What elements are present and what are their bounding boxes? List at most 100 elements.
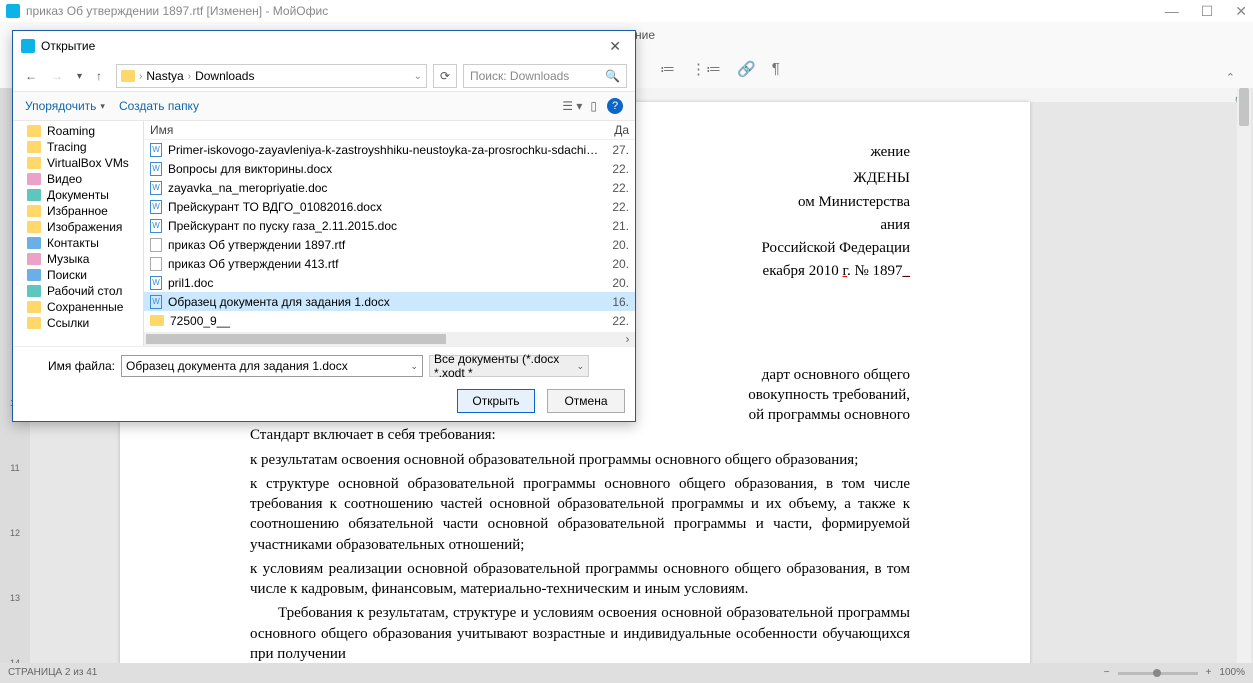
- window-close-button[interactable]: ✕: [1235, 0, 1247, 22]
- doc-paragraph: Стандарт включает в себя требования:: [250, 425, 910, 445]
- status-bar: СТРАНИЦА 2 из 41 − + 100%: [0, 663, 1253, 683]
- file-row[interactable]: приказ Об утверждении 413.rtf20.: [144, 254, 635, 273]
- bullet-list-icon[interactable]: ≔: [660, 60, 675, 78]
- vertical-scrollbar[interactable]: [1237, 88, 1251, 663]
- dialog-close-button[interactable]: ✕: [603, 36, 627, 57]
- file-date: 20.: [601, 238, 629, 252]
- cancel-button[interactable]: Отмена: [547, 389, 625, 413]
- breadcrumb-segment[interactable]: Downloads: [195, 69, 254, 83]
- file-name: приказ Об утверждении 413.rtf: [168, 257, 601, 271]
- folder-icon: [27, 253, 41, 265]
- file-row[interactable]: 72500_9__22.: [144, 311, 635, 330]
- tree-item[interactable]: Видео: [13, 171, 143, 187]
- nav-up-button[interactable]: ↑: [92, 67, 106, 85]
- filename-label: Имя файла:: [23, 359, 115, 373]
- file-name: приказ Об утверждении 1897.rtf: [168, 238, 601, 252]
- app-title-bar: приказ Об утверждении 1897.rtf [Изменен]…: [0, 0, 1253, 23]
- organize-button[interactable]: Упорядочить ▾: [25, 99, 105, 113]
- folder-icon: [27, 301, 41, 313]
- file-date: 27.: [601, 143, 629, 157]
- tree-item[interactable]: Документы: [13, 187, 143, 203]
- file-row[interactable]: Wpril1.doc20.: [144, 273, 635, 292]
- file-row[interactable]: WОбразец документа для задания 1.docx16.: [144, 292, 635, 311]
- file-date: 16.: [601, 295, 629, 309]
- zoom-in-button[interactable]: +: [1206, 663, 1212, 683]
- chevron-down-icon[interactable]: ⌄: [410, 361, 418, 372]
- tree-item[interactable]: VirtualBox VMs: [13, 155, 143, 171]
- new-folder-button[interactable]: Создать папку: [119, 99, 199, 113]
- col-date[interactable]: Да: [601, 123, 629, 137]
- scrollbar-thumb[interactable]: [146, 334, 446, 344]
- file-list[interactable]: WPrimer-iskovogo-zayavleniya-k-zastroysh…: [144, 140, 635, 332]
- col-name[interactable]: Имя: [150, 123, 601, 137]
- dialog-title-bar: Открытие ✕: [13, 31, 635, 61]
- folder-icon: [27, 205, 41, 217]
- refresh-button[interactable]: ⟳: [433, 64, 457, 88]
- view-mode-button[interactable]: ☰ ▾: [562, 99, 582, 113]
- horizontal-scrollbar[interactable]: ›: [144, 332, 635, 346]
- tree-label: VirtualBox VMs: [47, 156, 129, 170]
- tree-item[interactable]: Поиски: [13, 267, 143, 283]
- folder-icon: [150, 315, 164, 326]
- file-name: Вопросы для викторины.docx: [168, 162, 601, 176]
- file-name: Прейскурант ТО ВДГО_01082016.docx: [168, 200, 601, 214]
- file-icon: W: [150, 219, 162, 233]
- file-row[interactable]: WВопросы для викторины.docx22.: [144, 159, 635, 178]
- file-row[interactable]: WPrimer-iskovogo-zayavleniya-k-zastroysh…: [144, 140, 635, 159]
- tree-item[interactable]: Избранное: [13, 203, 143, 219]
- dialog-toolbar: Упорядочить ▾ Создать папку ☰ ▾ ▯ ?: [13, 91, 635, 121]
- doc-paragraph: к структуре основной образовательной про…: [250, 474, 910, 555]
- window-maximize-button[interactable]: ☐: [1201, 0, 1214, 22]
- doc-paragraph: к результатам освоения основной образова…: [250, 450, 910, 470]
- tree-label: Контакты: [47, 236, 99, 250]
- zoom-slider[interactable]: [1118, 672, 1198, 675]
- chevron-down-icon[interactable]: ⌄: [414, 71, 422, 82]
- tree-label: Tracing: [47, 140, 87, 154]
- app-icon: [6, 4, 20, 18]
- open-button[interactable]: Открыть: [457, 389, 535, 413]
- filename-input[interactable]: Образец документа для задания 1.docx ⌄: [121, 355, 423, 377]
- nav-history-button[interactable]: ▾: [73, 69, 86, 84]
- file-row[interactable]: WПрейскурант ТО ВДГО_01082016.docx22.: [144, 197, 635, 216]
- help-button[interactable]: ?: [607, 98, 623, 114]
- numbered-list-icon[interactable]: ⋮≔: [691, 60, 721, 78]
- scroll-right-icon[interactable]: ›: [620, 332, 635, 346]
- tree-item[interactable]: Изображения: [13, 219, 143, 235]
- gutter-number: 12: [0, 528, 30, 538]
- folder-icon: [27, 141, 41, 153]
- address-bar[interactable]: › Nastya › Downloads ⌄: [116, 64, 427, 88]
- tree-item[interactable]: Контакты: [13, 235, 143, 251]
- window-minimize-button[interactable]: —: [1165, 0, 1179, 22]
- file-list-header[interactable]: Имя Да: [144, 121, 635, 140]
- tree-item[interactable]: Музыка: [13, 251, 143, 267]
- file-row[interactable]: Wzayavka_na_meropriyatie.doc22.: [144, 178, 635, 197]
- crumb-sep-icon: ›: [188, 71, 191, 82]
- tree-item[interactable]: Ссылки: [13, 315, 143, 331]
- filetype-combo[interactable]: Все документы (*.docx *.xodt * ⌄: [429, 355, 589, 377]
- folder-icon: [27, 285, 41, 297]
- tree-item[interactable]: Tracing: [13, 139, 143, 155]
- paragraph-icon[interactable]: ¶: [772, 60, 780, 78]
- nav-forward-button[interactable]: →: [47, 67, 67, 85]
- ribbon-collapse-icon[interactable]: ⌃: [1226, 71, 1235, 84]
- tree-item[interactable]: Рабочий стол: [13, 283, 143, 299]
- file-row[interactable]: приказ Об утверждении 1897.rtf20.: [144, 235, 635, 254]
- search-input[interactable]: Поиск: Downloads 🔍: [463, 64, 627, 88]
- breadcrumb-segment[interactable]: Nastya: [146, 69, 183, 83]
- scrollbar-thumb[interactable]: [1239, 88, 1249, 126]
- zoom-out-button[interactable]: −: [1104, 663, 1110, 683]
- link-icon[interactable]: 🔗: [737, 60, 756, 78]
- doc-paragraph: Требования к результатам, структуре и ус…: [250, 603, 910, 663]
- gutter-number: 11: [0, 463, 30, 473]
- file-row[interactable]: WПрейскурант по пуску газа_2.11.2015.doc…: [144, 216, 635, 235]
- folder-tree[interactable]: RoamingTracing VirtualBox VMsВидеоДокумен…: [13, 121, 144, 346]
- tree-label: Изображения: [47, 220, 122, 234]
- tree-item[interactable]: Roaming: [13, 123, 143, 139]
- open-file-dialog: Открытие ✕ ← → ▾ ↑ › Nastya › Downloads …: [12, 30, 636, 422]
- preview-pane-button[interactable]: ▯: [590, 99, 597, 113]
- gutter-number: 13: [0, 593, 30, 603]
- tree-item[interactable]: Сохраненные: [13, 299, 143, 315]
- chevron-down-icon: ⌄: [576, 361, 584, 372]
- nav-back-button[interactable]: ←: [21, 67, 41, 85]
- tree-label: Музыка: [47, 252, 89, 266]
